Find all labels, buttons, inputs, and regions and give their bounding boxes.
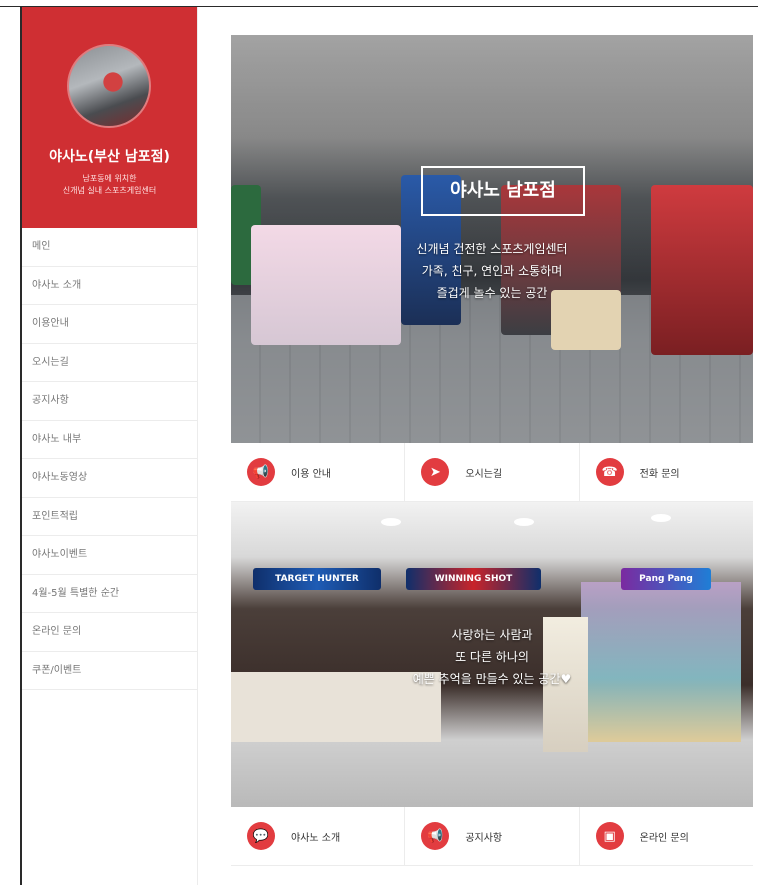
chat-icon: 💬: [247, 822, 275, 850]
monitor-icon: ▣: [595, 822, 624, 850]
quick-link-phone[interactable]: ☎ 전화 문의: [580, 443, 753, 501]
quick-links-row: 📢 이용 안내 ➤ 오시는길 ☎ 전화 문의: [231, 443, 753, 502]
menu-item-directions[interactable]: 오시는길: [22, 344, 197, 382]
window-top-border: [0, 0, 758, 7]
quick-link-notices[interactable]: 📢 공지사항: [405, 807, 580, 865]
quick-link-label: 이용 안내: [291, 468, 331, 480]
quick-links-row-2: 💬 야사노 소개 📢 공지사항 ▣ 온라인 문의: [231, 807, 753, 866]
compass-icon: ➤: [421, 458, 450, 486]
megaphone-icon: 📢: [247, 458, 275, 486]
store-avatar[interactable]: [67, 44, 151, 128]
menu-item-guide[interactable]: 이용안내: [22, 305, 197, 344]
sidebar-menu: 메인 야사노 소개 이용안내 오시는길 공지사항 야사노 내부 야사노동영상 포…: [22, 228, 197, 690]
hero-title: 야사노 남포점: [450, 180, 556, 201]
menu-item-coupons[interactable]: 쿠폰/이벤트: [22, 652, 197, 690]
menu-item-interior[interactable]: 야사노 내부: [22, 421, 197, 459]
menu-item-about[interactable]: 야사노 소개: [22, 267, 197, 305]
menu-item-notices[interactable]: 공지사항: [22, 382, 197, 421]
quick-link-label: 야사노 소개: [291, 832, 341, 844]
secondary-line: 또 다른 하나의: [455, 650, 529, 664]
quick-link-label: 공지사항: [465, 832, 503, 844]
ceiling-light: [651, 514, 671, 522]
store-desc-line1: 남포동에 위치한: [82, 174, 137, 183]
menu-item-special-moment[interactable]: 4월-5월 특별한 순간: [22, 575, 197, 613]
hero-banner[interactable]: 야사노 남포점 신개념 건전한 스포츠게임센터 가족, 친구, 연인과 소통하며…: [231, 35, 753, 443]
quick-link-directions[interactable]: ➤ 오시는길: [405, 443, 580, 501]
menu-item-online-inquiry[interactable]: 온라인 문의: [22, 613, 197, 652]
secondary-line: 예쁜 추억을 만들수 있는 공간♥: [412, 672, 572, 686]
menu-item-points[interactable]: 포인트적립: [22, 498, 197, 536]
hero-line: 가족, 친구, 연인과 소통하며: [421, 264, 563, 278]
target-hunter-sign: TARGET HUNTER: [253, 568, 381, 590]
hero-line: 신개념 건전한 스포츠게임센터: [416, 242, 568, 256]
store-description: 남포동에 위치한 신개념 실내 스포츠게임센터: [22, 173, 197, 197]
menu-item-main[interactable]: 메인: [22, 228, 197, 267]
megaphone-icon: 📢: [421, 822, 450, 850]
store-name[interactable]: 야사노(부산 남포점): [22, 146, 197, 166]
quick-link-label: 전화 문의: [639, 468, 680, 480]
menu-item-events[interactable]: 야사노이벤트: [22, 536, 197, 575]
hero-tagline: 신개념 건전한 스포츠게임센터 가족, 친구, 연인과 소통하며 즐겁게 놀수 …: [231, 238, 753, 304]
sidebar: 야사노(부산 남포점) 남포동에 위치한 신개념 실내 스포츠게임센터 메인 야…: [22, 7, 198, 885]
menu-item-videos[interactable]: 야사노동영상: [22, 459, 197, 498]
hero-line: 즐겁게 놀수 있는 공간: [436, 286, 548, 300]
secondary-tagline: 사랑하는 사람과 또 다른 하나의 예쁜 추억을 만들수 있는 공간♥: [231, 624, 753, 690]
hero-title-box: 야사노 남포점: [421, 166, 585, 216]
profile-card: 야사노(부산 남포점) 남포동에 위치한 신개념 실내 스포츠게임센터: [22, 7, 197, 228]
quick-link-about[interactable]: 💬 야사노 소개: [231, 807, 406, 865]
quick-link-online-inquiry[interactable]: ▣ 온라인 문의: [580, 807, 753, 865]
quick-link-label: 오시는길: [465, 468, 503, 480]
ceiling-light: [381, 518, 401, 526]
pang-pang-sign: Pang Pang: [621, 568, 711, 590]
secondary-banner[interactable]: TARGET HUNTER WINNING SHOT Pang Pang 사랑하…: [231, 502, 753, 807]
main-content: 야사노 남포점 신개념 건전한 스포츠게임센터 가족, 친구, 연인과 소통하며…: [231, 35, 753, 866]
left-gutter: [0, 7, 20, 885]
ceiling-light: [514, 518, 534, 526]
store-desc-line2: 신개념 실내 스포츠게임센터: [62, 186, 157, 195]
phone-icon: ☎: [595, 458, 624, 486]
winning-shot-sign: WINNING SHOT: [406, 568, 541, 590]
quick-link-label: 온라인 문의: [639, 832, 689, 844]
secondary-line: 사랑하는 사람과: [451, 628, 533, 642]
quick-link-guide[interactable]: 📢 이용 안내: [231, 443, 406, 501]
